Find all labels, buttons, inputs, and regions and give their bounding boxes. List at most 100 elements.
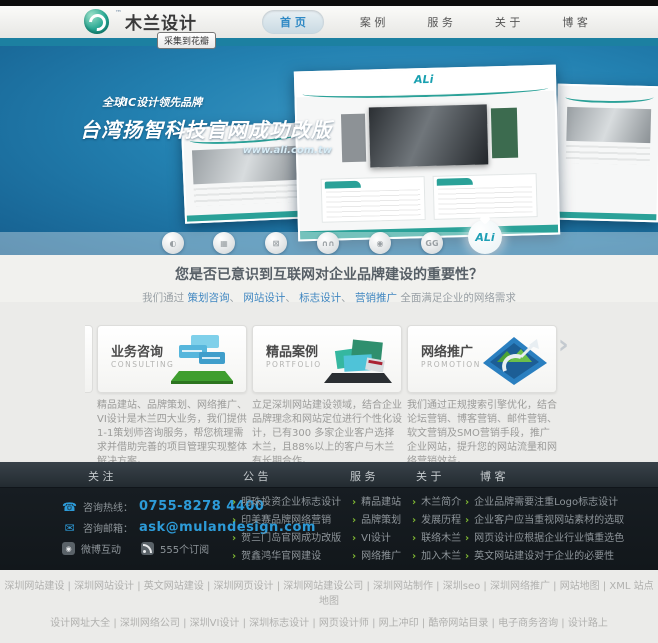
hotline-label: 咨询热线： [83,503,133,514]
banner-url: www.ali.com.tw [242,145,332,156]
logo[interactable]: ™木兰设计 [84,9,197,35]
client-logo-dot[interactable]: ∩∩ [317,232,339,254]
blog-link[interactable]: › 英文网站建设对于企业的必要性 [465,548,624,566]
card-subtitle: PORTFOLIO [266,360,322,369]
client-logo-dot[interactable]: GG [421,232,443,254]
email-label: 咨询邮箱： [83,524,133,535]
seo-links-row-1: 深圳网站建设 | 深圳网站设计 | 英文网站建设 | 深圳网页设计 | 深圳网站… [4,581,654,607]
about-link[interactable]: › 木兰简介 [412,494,461,512]
seo-link[interactable]: 设计网址大全 [50,618,110,629]
portfolio-card[interactable]: 精品案例 PORTFOLIO [252,325,402,393]
screenshot-hero-image [368,104,489,168]
client-logo-dot-active[interactable]: ALi [468,220,502,254]
footer-services-column: › 精品建站 › 品牌策划 › VI设计 › 网络推广 [352,494,401,566]
card-subtitle: PROMOTION [421,360,481,369]
notice-link[interactable]: › 印美赛品牌网络营销 [232,512,341,530]
seo-link[interactable]: 电子商务咨询 [498,618,558,629]
nav-about[interactable]: 关 于 [489,10,527,34]
hero-banner[interactable]: 全球IC设计领先品牌 台湾扬智科技官网成功改版 www.ali.com.tw A… [0,46,658,255]
logo-text: ™木兰设计 [115,9,197,34]
seo-link[interactable]: XML 站点地图 [319,581,654,607]
arrow-icon: › [412,515,417,526]
about-link[interactable]: › 联络木兰 [412,530,461,548]
weibo-label[interactable]: 微博互动 [81,541,121,556]
arrow-icon: › [352,551,357,562]
carousel-previous-card-edge [85,325,93,393]
arrow-icon: › [352,533,357,544]
card-title: 网络推广 [421,345,474,360]
notice-link[interactable]: › 贺鑫鸿华官网建设 [232,548,341,566]
mail-icon: ✉ [64,520,75,535]
arrow-icon: › [412,533,417,544]
client-logo-dot[interactable]: ⊠ [265,232,287,254]
seo-link[interactable]: 深圳网站建设 [4,581,64,592]
footer-title-follow: 关 注 [88,470,114,483]
seo-link[interactable]: 网页设计师 [319,618,369,629]
swoosh-decoration [302,81,549,101]
blog-link[interactable]: › 企业品牌需要注重Logo标志设计 [465,494,624,512]
footer-blog-column: › 企业品牌需要注重Logo标志设计 › 企业客户应当重视网站素材的选取 › 网页设计… [465,494,624,566]
arrow-icon: › [352,515,357,526]
seo-link[interactable]: 酷帝网站目录 [428,618,488,629]
blog-link[interactable]: › 企业客户应当重视网站素材的选取 [465,512,624,530]
leaf-logo-icon [84,9,110,35]
carousel-next-arrow-icon[interactable]: › [558,332,569,358]
footer-title-services: 服 务 [350,470,376,483]
seo-link[interactable]: 深圳网络推广 [490,581,550,592]
promotion-card[interactable]: 网络推广 PROMOTION [407,325,557,393]
arrow-icon: › [352,497,357,508]
footer-title-blog: 博 客 [480,470,506,483]
card-title: 业务咨询 [111,345,164,360]
site-header: ™木兰设计 首 页 案 例 服 务 关 于 博 客 [0,6,658,39]
client-logo-strip: ◐ ▦ ⊠ ∩∩ ◉ GG ALi [0,220,658,255]
weibo-icon[interactable]: ◉ [62,542,75,555]
nav-services[interactable]: 服 务 [421,10,459,34]
seo-link[interactable]: 深圳标志设计 [249,618,309,629]
seo-link[interactable]: 深圳网站制作 [373,581,433,592]
seo-link[interactable]: 深圳网站设计 [74,581,134,592]
nav-cases[interactable]: 案 例 [354,10,392,34]
client-logo-dot[interactable]: ◉ [369,232,391,254]
seo-link[interactable]: 深圳网页设计 [214,581,274,592]
client-logo-dot[interactable]: ◐ [162,232,184,254]
rss-icon[interactable] [141,542,154,555]
arrow-icon: › [232,551,237,562]
service-link[interactable]: › 精品建站 [352,494,401,512]
seo-link[interactable]: 网上冲印 [379,618,419,629]
banner-title: 台湾扬智科技官网成功改版 [80,118,332,142]
seo-link[interactable]: 网站地图 [560,581,600,592]
main-nav: 首 页 案 例 服 务 关 于 博 客 [262,6,594,38]
seo-link[interactable]: 深圳网络公司 [120,618,180,629]
rss-subscriber-count[interactable]: 555个订阅 [160,541,209,556]
seo-link[interactable]: 深圳seo [443,581,480,592]
client-logo-dot[interactable]: ▦ [213,232,235,254]
footer-column-headers: 关 注 公 告 服 务 关 于 博 客 [0,462,658,488]
consulting-illustration [171,335,233,384]
arrow-icon: › [465,551,470,562]
seo-links-row-2: 设计网址大全 | 深圳网络公司 | 深圳VI设计 | 深圳标志设计 | 网页设计… [50,618,608,629]
consulting-card[interactable]: 业务咨询 CONSULTING [97,325,247,393]
arrow-icon: › [465,515,470,526]
service-link[interactable]: › VI设计 [352,530,401,548]
nav-blog[interactable]: 博 客 [556,10,594,34]
notice-link[interactable]: › 明珠投资企业标志设计 [232,494,341,512]
service-link[interactable]: › 网络推广 [352,548,401,566]
footer-body: ☎ 咨询热线： 0755-8278 4400 ✉ 咨询邮箱： ask@mulan… [0,488,658,570]
arrow-icon: › [232,533,237,544]
notice-link[interactable]: › 贺三门岛官网成功改版 [232,530,341,548]
arrow-icon: › [465,533,470,544]
seo-link[interactable]: 设计路上 [568,618,608,629]
huaban-collect-button[interactable]: 采集到花瓣 [157,32,217,49]
service-link[interactable]: › 品牌策划 [352,512,401,530]
blog-link[interactable]: › 网页设计应根据企业行业慎重选色 [465,530,624,548]
dark-footer: 关 注 公 告 服 务 关 于 博 客 ☎ 咨询热线： 0755-8278 44… [0,462,658,570]
nav-home[interactable]: 首 页 [262,10,324,34]
about-link[interactable]: › 加入木兰 [412,548,461,566]
card-description: 立足深圳网站建设领域，结合企业品牌理念和网站定位进行个性化设计，已有300 多家… [252,400,402,467]
seo-link[interactable]: 深圳网站建设公司 [283,581,363,592]
about-link[interactable]: › 发展历程 [412,512,461,530]
seo-link[interactable]: 深圳VI设计 [190,618,240,629]
card-description: 精品建站、品牌策划、网络推广、VI设计是木兰四大业务，我们提供1-1策划师咨询服… [97,400,247,467]
card-title: 精品案例 [266,345,319,360]
seo-link[interactable]: 英文网站建设 [144,581,204,592]
